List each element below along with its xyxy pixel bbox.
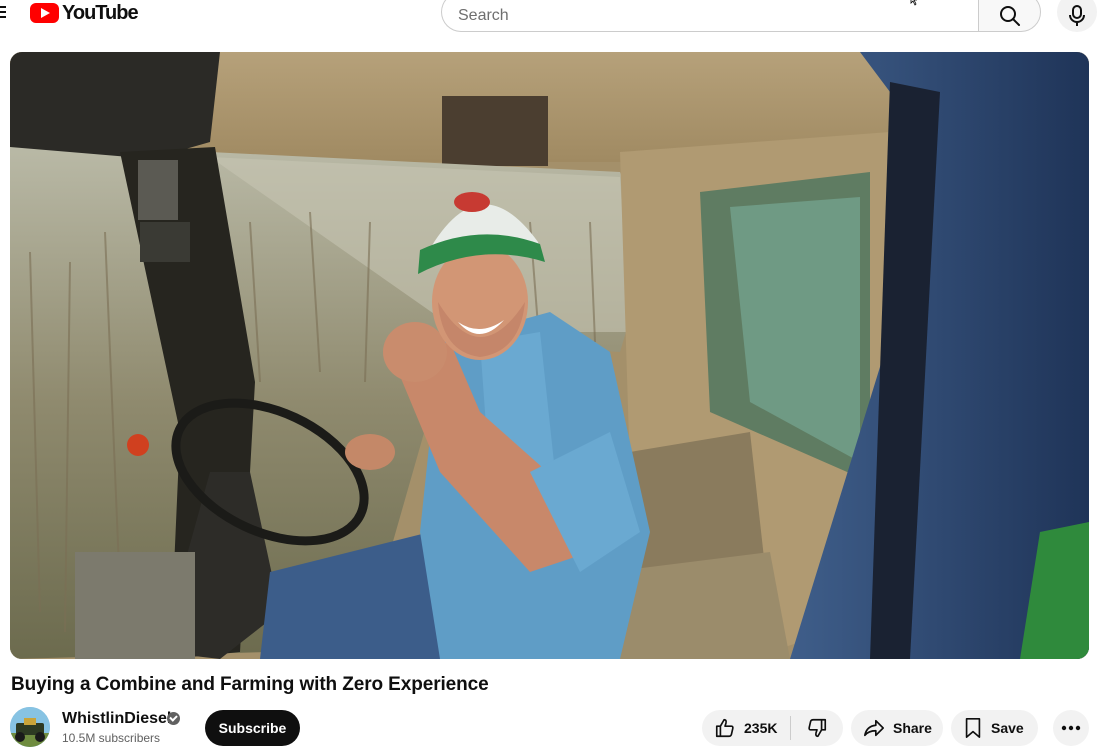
search-button[interactable] <box>978 0 1041 32</box>
thumbs-down-icon <box>808 718 827 738</box>
avatar-image <box>10 707 50 747</box>
channel-name[interactable]: WhistlinDiesel <box>62 710 171 728</box>
subscribe-button[interactable]: Subscribe <box>205 710 300 746</box>
mouse-cursor-icon <box>910 0 917 6</box>
thumbs-up-icon <box>715 718 734 738</box>
youtube-play-icon <box>30 3 59 23</box>
hamburger-menu-icon[interactable] <box>0 6 6 20</box>
video-title: Buying a Combine and Farming with Zero E… <box>11 674 489 695</box>
share-arrow-icon <box>864 719 884 737</box>
subscriber-count: 10.5M subscribers <box>62 731 161 745</box>
like-dislike-group: 235K <box>702 710 843 746</box>
search-input[interactable] <box>441 0 978 32</box>
search-bar <box>441 0 1041 32</box>
youtube-logo[interactable]: YouTube <box>30 1 139 25</box>
channel-avatar[interactable] <box>10 707 50 747</box>
logo-text: YouTube <box>62 1 139 24</box>
save-button[interactable]: Save <box>951 710 1038 746</box>
video-player[interactable] <box>10 52 1089 659</box>
like-button[interactable]: 235K <box>702 710 790 746</box>
verified-check-icon <box>167 712 180 725</box>
bookmark-icon <box>965 718 981 738</box>
top-bar: YouTube <box>0 0 1098 34</box>
voice-search-button[interactable] <box>1057 0 1097 32</box>
share-label: Share <box>893 720 932 736</box>
more-horizontal-icon <box>1061 725 1081 731</box>
like-count: 235K <box>744 720 778 736</box>
microphone-icon <box>1069 5 1085 26</box>
more-actions-button[interactable] <box>1053 710 1089 746</box>
video-frame <box>10 52 1089 659</box>
share-button[interactable]: Share <box>851 710 943 746</box>
save-label: Save <box>991 720 1024 736</box>
search-icon <box>999 6 1020 26</box>
dislike-button[interactable] <box>791 710 843 746</box>
